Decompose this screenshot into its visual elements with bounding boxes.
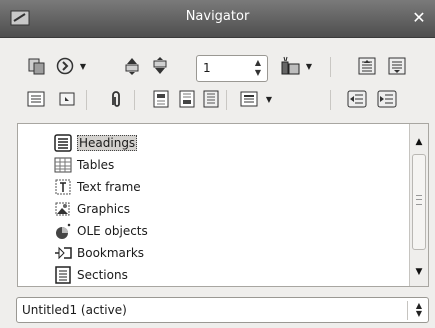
next-page-icon (153, 57, 167, 74)
toolbar-separator (330, 57, 331, 77)
spinner-arrows[interactable]: ▲ ▼ (251, 58, 265, 79)
navigation-button[interactable] (54, 55, 76, 77)
window-title: Navigator (185, 9, 250, 24)
promote-level-icon (347, 90, 367, 108)
anchor-text-icon (203, 90, 219, 108)
toolbar-separator (330, 90, 331, 110)
list-item-ole-objects[interactable]: OLE objects (53, 220, 148, 242)
footer-button[interactable] (176, 88, 198, 110)
toolbar-separator (226, 90, 227, 110)
toolbar-row-2: ▼ (0, 88, 435, 112)
navigation-icon (56, 57, 74, 75)
page-number-spinner[interactable]: 1 ▲ ▼ (196, 55, 268, 82)
drag-mode-icon (281, 56, 300, 75)
list-item-label: Text frame (77, 180, 141, 194)
promote-level-button[interactable] (346, 88, 368, 110)
previous-button[interactable] (121, 55, 143, 77)
demote-chapter-icon (388, 57, 406, 75)
drag-mode-dropdown[interactable]: ▼ (304, 55, 314, 77)
list-item-label: Sections (77, 268, 128, 282)
list-item-sections[interactable]: Sections (53, 264, 128, 286)
list-item-label: Tables (77, 158, 115, 172)
footer-icon (179, 90, 195, 108)
list-item-tables[interactable]: Tables (53, 154, 114, 176)
anchor-text-button[interactable] (200, 88, 222, 110)
vertical-scrollbar[interactable]: ▲ ▼ (409, 124, 428, 286)
select-arrows-icon: ▲ ▼ (407, 301, 422, 320)
list-item-label: OLE objects (77, 224, 148, 238)
title-bar[interactable]: Navigator ✕ (0, 0, 435, 38)
list-item-label: Bookmarks (77, 246, 145, 260)
list-item-graphics[interactable]: Graphics (53, 198, 130, 220)
content-view-icon (59, 92, 75, 106)
scroll-up-icon: ▲ (415, 137, 423, 147)
scrollbar-thumb[interactable] (412, 154, 426, 250)
next-button[interactable] (149, 55, 171, 77)
close-button[interactable]: ✕ (409, 8, 429, 28)
set-reminder-button[interactable] (105, 88, 127, 110)
list-item-bookmarks[interactable]: Bookmarks (53, 242, 144, 264)
scroll-down-button[interactable]: ▼ (411, 264, 427, 280)
document-select[interactable]: Untitled1 (active) ▲ ▼ (16, 297, 429, 323)
header-icon (153, 90, 169, 108)
table-icon (53, 155, 73, 175)
list-item-label: Graphics (77, 202, 130, 216)
drag-mode-button[interactable] (280, 55, 302, 77)
toggle-button[interactable] (26, 55, 48, 77)
navigator-toggle-icon (28, 58, 45, 75)
navigation-dropdown[interactable]: ▼ (78, 55, 88, 77)
document-select-value: Untitled1 (active) (22, 303, 127, 317)
content-view-button[interactable] (56, 88, 78, 110)
previous-page-icon (125, 58, 139, 75)
spin-down-icon[interactable]: ▼ (251, 68, 265, 78)
reminder-clip-icon (112, 91, 120, 107)
navigator-window: Navigator ✕ ▼ 1 ▲ ▼ ▼ ▼ Headings Tables … (0, 0, 435, 328)
close-icon: ✕ (412, 8, 426, 27)
section-icon (53, 265, 73, 285)
toolbar-row-1: ▼ 1 ▲ ▼ ▼ (0, 55, 435, 82)
list-box-button[interactable] (25, 88, 47, 110)
bookmark-icon (53, 243, 73, 263)
list-item-label: Headings (77, 135, 138, 151)
scrollbar-grip (416, 195, 422, 205)
scroll-down-icon: ▼ (415, 267, 423, 277)
toolbar-separator (86, 90, 87, 110)
scroll-up-button[interactable]: ▲ (411, 134, 427, 150)
heading-levels-icon (240, 91, 258, 107)
headings-icon (53, 133, 73, 153)
dropdown-arrow-icon: ▼ (79, 61, 87, 71)
dropdown-arrow-icon: ▼ (265, 94, 273, 104)
promote-chapter-icon (358, 57, 376, 75)
demote-chapter-button[interactable] (386, 55, 408, 77)
page-number-value[interactable]: 1 (203, 61, 211, 75)
toolbar-separator (134, 90, 135, 110)
ole-object-icon (53, 221, 73, 241)
list-item-headings[interactable]: Headings (53, 132, 138, 154)
graphics-icon (53, 199, 73, 219)
list-item-text-frame[interactable]: Text frame (53, 176, 141, 198)
heading-levels-button[interactable] (238, 88, 260, 110)
content-type-list: Headings Tables Text frame Graphics OLE … (18, 124, 409, 286)
heading-levels-dropdown[interactable]: ▼ (264, 88, 274, 110)
text-frame-icon (53, 177, 73, 197)
demote-level-button[interactable] (376, 88, 398, 110)
dropdown-arrow-icon: ▼ (305, 61, 313, 71)
header-button[interactable] (150, 88, 172, 110)
content-tree[interactable]: Headings Tables Text frame Graphics OLE … (17, 123, 429, 287)
demote-level-icon (377, 90, 397, 108)
list-box-icon (27, 91, 45, 107)
promote-chapter-button[interactable] (356, 55, 378, 77)
spin-up-icon[interactable]: ▲ (251, 58, 265, 68)
